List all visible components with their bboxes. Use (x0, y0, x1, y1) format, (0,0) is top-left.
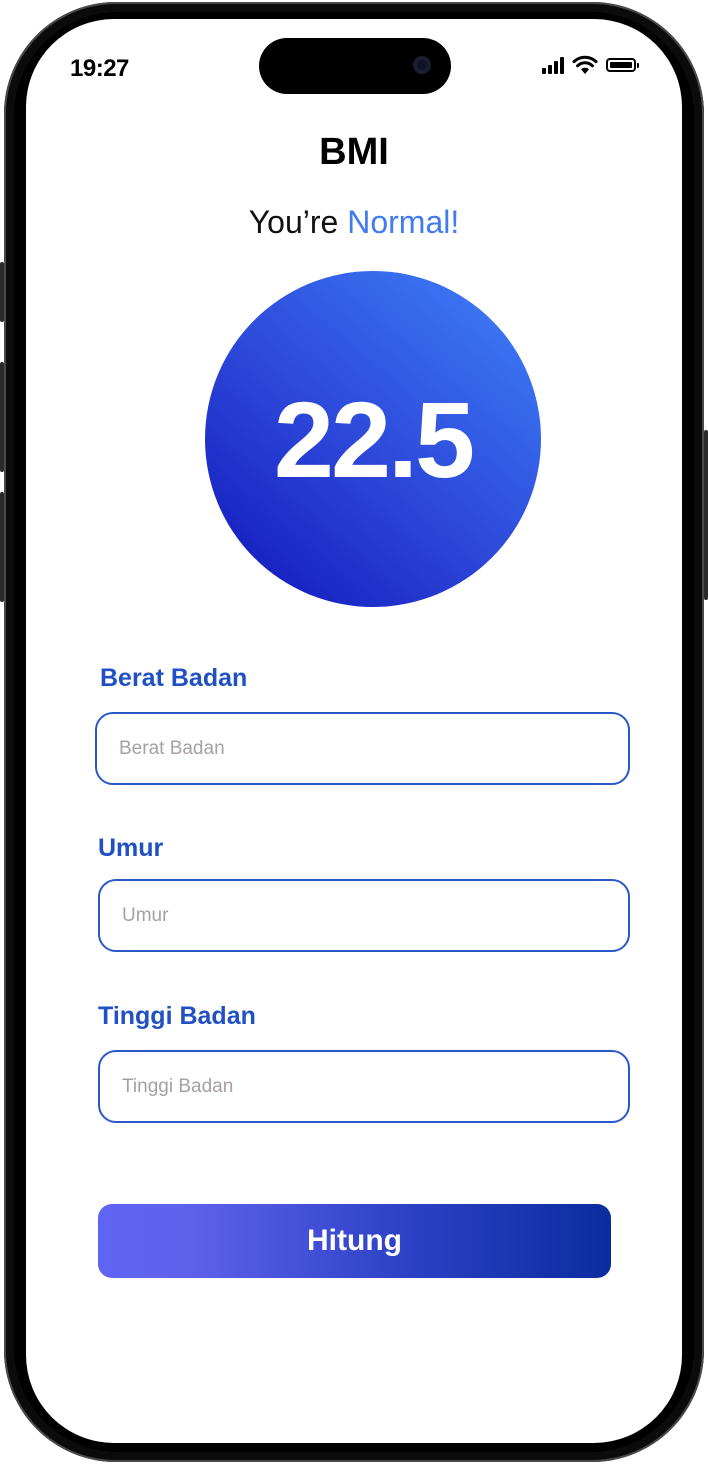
camera-icon (413, 56, 431, 74)
umur-label: Umur (98, 834, 164, 862)
side-button-right (704, 430, 708, 600)
side-button-left-2 (0, 362, 4, 472)
bmi-status-text: You’re Normal! (26, 204, 682, 241)
dynamic-island (259, 38, 451, 94)
wifi-icon (572, 55, 598, 74)
app-screen: 19:27 BMI You’re Normal! 22.5 Berat Bada… (26, 19, 682, 1443)
page-title: BMI (319, 131, 389, 173)
battery-icon (606, 58, 639, 72)
status-icons (542, 54, 639, 76)
status-prefix: You’re (248, 204, 348, 240)
berat-badan-input[interactable] (95, 712, 630, 785)
tinggi-badan-input[interactable] (98, 1050, 630, 1123)
status-time: 19:27 (70, 55, 129, 82)
status-category: Normal! (347, 204, 460, 240)
side-button-left-1 (0, 262, 4, 322)
side-button-left-3 (0, 492, 4, 602)
hitung-button[interactable]: Hitung (98, 1204, 611, 1278)
berat-badan-label: Berat Badan (100, 664, 248, 692)
bmi-result-circle: 22.5 (205, 271, 541, 607)
umur-input[interactable] (98, 879, 630, 952)
bmi-value: 22.5 (273, 378, 475, 500)
signal-icon (542, 56, 564, 74)
tinggi-badan-label: Tinggi Badan (98, 1002, 256, 1030)
